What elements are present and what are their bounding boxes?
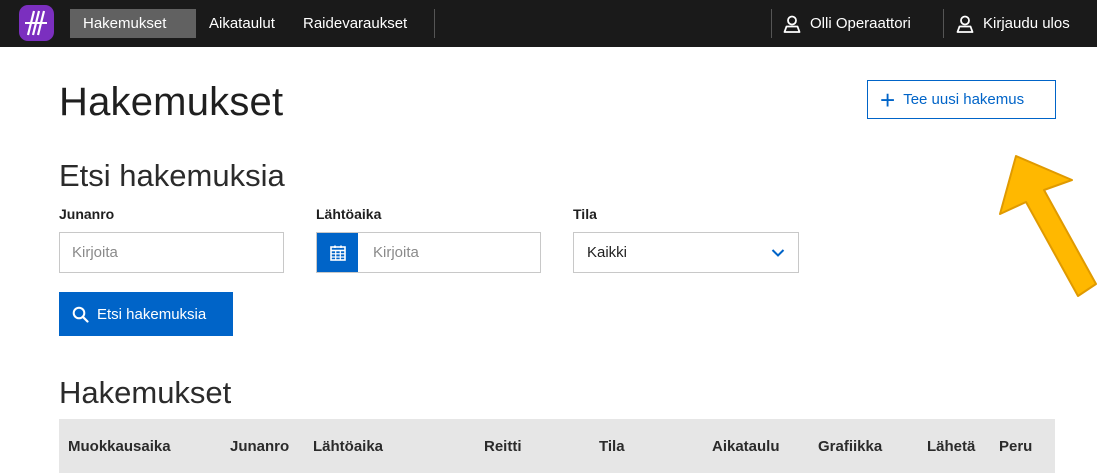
column-header-peru[interactable]: Peru — [999, 419, 1032, 473]
nav-tab-label: Raidevaraukset — [303, 15, 408, 32]
new-application-label: Tee uusi hakemus — [903, 91, 1025, 108]
top-navigation: Hakemukset Aikataulut Raidevaraukset Oll… — [0, 0, 1097, 47]
column-header-grafiikka[interactable]: Grafiikka — [818, 419, 882, 473]
calendar-button[interactable] — [317, 233, 358, 272]
nav-tab-raidevaraukset[interactable]: Raidevaraukset — [290, 9, 434, 38]
search-button-label: Etsi hakemuksia — [97, 305, 207, 323]
applications-table-title: Hakemukset — [59, 375, 232, 410]
nav-divider — [434, 9, 435, 38]
user-profile-link[interactable]: Olli Operaattori — [782, 9, 911, 38]
column-header-laheta[interactable]: Lähetä — [927, 419, 975, 473]
nav-tab-hakemukset[interactable]: Hakemukset — [70, 9, 196, 38]
user-icon — [956, 15, 974, 33]
column-header-lahtoaika[interactable]: Lähtöaika — [313, 419, 383, 473]
column-header-muokkausaika[interactable]: Muokkausaika — [68, 419, 171, 473]
train-number-input[interactable]: Kirjoita — [59, 232, 284, 273]
search-section-title: Etsi hakemuksia — [59, 158, 285, 193]
train-number-label: Junanro — [59, 206, 115, 222]
departure-time-label: Lähtöaika — [316, 206, 382, 222]
table-header: Muokkausaika Junanro Lähtöaika Reitti Ti… — [59, 419, 1055, 473]
status-select-value: Kaikki — [587, 244, 628, 261]
calendar-icon — [329, 245, 346, 261]
nav-tab-label: Aikataulut — [209, 15, 275, 32]
search-icon — [72, 306, 89, 323]
page-title: Hakemukset — [59, 80, 284, 124]
nav-tab-label: Hakemukset — [83, 15, 167, 32]
column-header-junanro[interactable]: Junanro — [230, 419, 289, 473]
column-header-reitti[interactable]: Reitti — [484, 419, 522, 473]
nav-divider — [771, 9, 772, 38]
nav-divider — [943, 9, 944, 38]
highlight-arrow-icon — [999, 155, 1097, 297]
departure-time-placeholder: Kirjoita — [373, 244, 419, 261]
column-header-tila[interactable]: Tila — [599, 419, 625, 473]
logout-link[interactable]: Kirjaudu ulos — [955, 9, 1070, 38]
status-select[interactable]: Kaikki — [573, 232, 799, 273]
nav-tab-aikataulut[interactable]: Aikataulut — [196, 9, 290, 38]
app-logo-icon[interactable] — [19, 5, 54, 41]
user-name: Olli Operaattori — [810, 15, 911, 32]
user-icon — [783, 15, 801, 33]
status-label: Tila — [573, 206, 597, 222]
train-number-placeholder: Kirjoita — [72, 244, 118, 261]
chevron-down-icon — [771, 248, 785, 257]
departure-time-input[interactable]: Kirjoita — [316, 232, 541, 273]
logout-label: Kirjaudu ulos — [983, 15, 1070, 32]
plus-icon: + — [880, 84, 896, 115]
new-application-button[interactable]: + Tee uusi hakemus — [867, 80, 1056, 119]
column-header-aikataulu[interactable]: Aikataulu — [712, 419, 780, 473]
search-button[interactable]: Etsi hakemuksia — [59, 292, 233, 336]
